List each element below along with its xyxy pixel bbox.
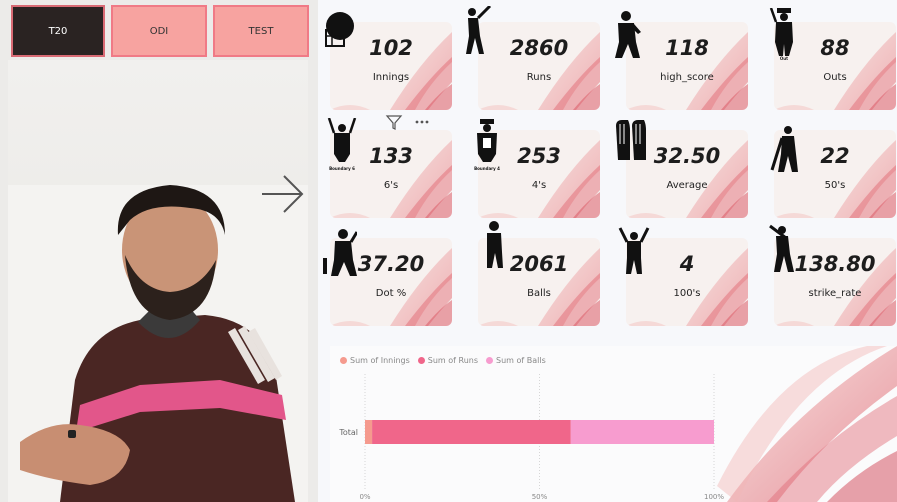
bar-segment-sum-of-runs[interactable] — [372, 420, 571, 444]
stat-value: 2860 — [509, 36, 569, 60]
category-label: Total — [338, 428, 358, 437]
dashboard: T20 ODI TEST 102 Innings 2860 Runs 118 h… — [0, 0, 897, 502]
driving-batter-icon — [769, 224, 794, 272]
umpire-four-signal-icon — [477, 119, 497, 162]
arrow-right-icon[interactable] — [258, 170, 306, 218]
bar-segment-sum-of-innings[interactable] — [365, 420, 373, 444]
icon-caption: Boundary 6 — [329, 166, 355, 171]
player-panel: T20 ODI TEST — [0, 0, 318, 502]
stat-label: Outs — [823, 72, 847, 83]
icon-caption: Boundary 4 — [474, 166, 500, 171]
stat-label: high_score — [660, 72, 714, 83]
stat-label: 4's — [531, 180, 547, 191]
stat-label: Balls — [527, 288, 551, 299]
player-photo — [20, 185, 295, 502]
bar-segment-sum-of-balls[interactable] — [570, 420, 714, 444]
stat-label: 6's — [383, 180, 399, 191]
umpire-six-signal-icon — [327, 118, 357, 162]
x-tick-label: 100% — [704, 493, 724, 501]
batting-gloves-icon — [616, 120, 646, 160]
visual-header — [385, 115, 429, 130]
stat-label: Innings — [372, 72, 410, 83]
more-options-icon[interactable] — [415, 120, 419, 124]
tab-t20[interactable]: T20 — [11, 5, 105, 57]
stat-label: Dot % — [375, 288, 407, 299]
stat-label: 100's — [673, 288, 701, 299]
stat-value: 118 — [665, 36, 709, 60]
stat-card-runs[interactable]: 2860 Runs — [478, 22, 600, 110]
stat-label: Average — [666, 180, 708, 191]
stat-label: Runs — [526, 72, 552, 83]
format-tabs: T20 ODI TEST — [11, 5, 309, 57]
standing-batter-icon — [487, 221, 503, 268]
icon-caption: Out — [779, 56, 789, 61]
bowler-icon — [323, 229, 357, 276]
stat-card-high-score[interactable]: 118 high_score — [626, 22, 748, 110]
fielder-icon — [615, 11, 641, 58]
filter-icon[interactable] — [385, 115, 403, 130]
celebrating-batter-icon — [618, 227, 650, 274]
stat-label: 50's — [824, 180, 846, 191]
helmet-icon — [325, 12, 354, 47]
stat-label: strike_rate — [808, 288, 862, 299]
tab-odi[interactable]: ODI — [111, 5, 207, 57]
batter-fifty-icon — [770, 126, 798, 172]
tab-test[interactable]: TEST — [213, 5, 309, 57]
x-tick-label: 0% — [359, 493, 370, 501]
umpire-out-icon — [769, 8, 793, 56]
stacked-bar-chart: Sum of Innings Sum of Runs Sum of Balls To… — [330, 346, 897, 502]
x-tick-label: 50% — [532, 493, 548, 501]
chart-plot: Total 0% 50% 100% — [338, 374, 724, 501]
batter-icon — [466, 6, 492, 54]
